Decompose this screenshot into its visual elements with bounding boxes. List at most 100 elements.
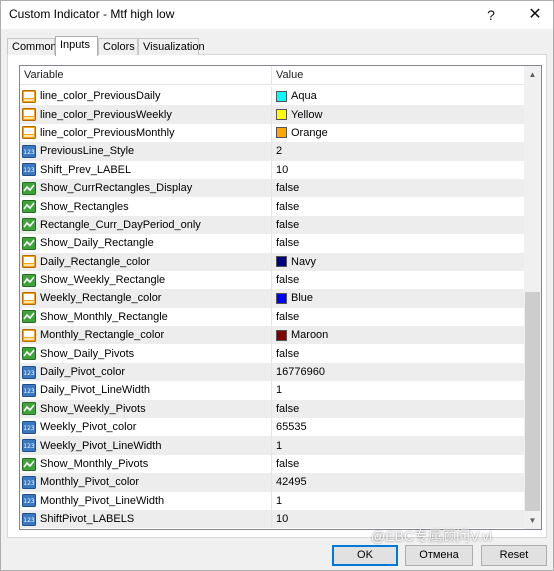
table-row[interactable]: Show_Rectangles false xyxy=(20,197,524,216)
value-cell[interactable]: false xyxy=(272,216,524,234)
value-cell[interactable]: Maroon xyxy=(272,326,524,344)
table-row[interactable]: Daily_Rectangle_color Navy xyxy=(20,252,524,271)
variable-name: Show_Weekly_Rectangle xyxy=(40,274,166,287)
boolean-param-icon xyxy=(22,200,36,214)
close-button[interactable]: ✕ xyxy=(521,4,549,26)
value-cell[interactable]: Blue xyxy=(272,289,524,307)
table-row[interactable]: Show_Monthly_Rectangle false xyxy=(20,307,524,327)
value-cell[interactable]: 10 xyxy=(272,161,524,179)
variable-cell[interactable]: Show_Rectangles xyxy=(20,197,272,216)
table-row[interactable]: 123 ShiftPivot_LABELS 10 xyxy=(20,509,524,529)
value-cell[interactable]: false xyxy=(272,308,524,326)
variable-cell[interactable]: line_color_PreviousDaily xyxy=(20,87,272,106)
table-row[interactable]: 123 Shift_Prev_LABEL 10 xyxy=(20,160,524,179)
tab-inputs[interactable]: Inputs xyxy=(55,36,98,56)
integer-param-icon: 123 xyxy=(22,439,36,453)
variable-cell[interactable]: 123 Shift_Prev_LABEL xyxy=(20,160,272,179)
table-row[interactable]: Weekly_Rectangle_color Blue xyxy=(20,289,524,308)
table-row[interactable]: 123 Monthly_Pivot_color 42495 xyxy=(20,473,524,492)
reset-button[interactable]: Reset xyxy=(481,545,547,566)
variable-name: Show_Daily_Rectangle xyxy=(40,237,154,250)
tab-common[interactable]: Common xyxy=(7,38,57,55)
variable-name: line_color_PreviousMonthly xyxy=(40,126,175,139)
variable-cell[interactable]: 123 Weekly_Pivot_color xyxy=(20,418,272,437)
variable-cell[interactable]: Show_CurrRectangles_Display xyxy=(20,178,272,198)
value-cell[interactable]: 42495 xyxy=(272,473,524,491)
tab-visualization[interactable]: Visualization xyxy=(138,38,205,55)
value-text: 2 xyxy=(276,145,283,158)
value-text: 65535 xyxy=(276,421,307,434)
table-row[interactable]: 123 Daily_Pivot_color 16776960 xyxy=(20,362,524,382)
value-cell[interactable]: Orange xyxy=(272,124,524,142)
variable-cell[interactable]: Show_Monthly_Pivots xyxy=(20,454,272,474)
value-text: 42495 xyxy=(276,476,307,489)
variable-cell[interactable]: 123 Monthly_Pivot_LineWidth xyxy=(20,491,272,510)
table-row[interactable]: 123 Weekly_Pivot_color 65535 xyxy=(20,418,524,437)
variable-cell[interactable]: Show_Daily_Rectangle xyxy=(20,234,272,253)
ok-button[interactable]: OK xyxy=(332,545,398,566)
value-cell[interactable]: 10 xyxy=(272,510,524,528)
table-row[interactable]: line_color_PreviousMonthly Orange xyxy=(20,123,524,143)
value-cell[interactable]: Yellow xyxy=(272,105,524,123)
value-cell[interactable]: false xyxy=(272,197,524,215)
table-row[interactable]: 123 Daily_Pivot_LineWidth 1 xyxy=(20,381,524,400)
variable-cell[interactable]: 123 Daily_Pivot_color xyxy=(20,362,272,382)
table-row[interactable]: Show_Weekly_Pivots false xyxy=(20,399,524,419)
value-cell[interactable]: false xyxy=(272,179,524,197)
variable-cell[interactable]: 123 PreviousLine_Style xyxy=(20,142,272,161)
variable-cell[interactable]: Show_Weekly_Pivots xyxy=(20,399,272,419)
value-cell[interactable]: 16776960 xyxy=(272,363,524,381)
table-row[interactable]: Show_CurrRectangles_Display false xyxy=(20,178,524,198)
value-cell[interactable]: 1 xyxy=(272,381,524,399)
table-row[interactable]: Show_Daily_Rectangle false xyxy=(20,234,524,253)
table-row[interactable]: Rectangle_Curr_DayPeriod_only false xyxy=(20,215,524,235)
value-cell[interactable]: 2 xyxy=(272,142,524,160)
table-row[interactable]: Show_Daily_Pivots false xyxy=(20,344,524,363)
variable-cell[interactable]: 123 Weekly_Pivot_LineWidth xyxy=(20,436,272,455)
value-cell[interactable]: false xyxy=(272,234,524,252)
table-row[interactable]: line_color_PreviousDaily Aqua xyxy=(20,87,524,106)
variable-cell[interactable]: Rectangle_Curr_DayPeriod_only xyxy=(20,215,272,235)
tab-colors[interactable]: Colors xyxy=(98,38,138,55)
value-cell[interactable]: false xyxy=(272,271,524,289)
table-row[interactable]: Show_Monthly_Pivots false xyxy=(20,454,524,474)
scroll-down-arrow-icon[interactable]: ▼ xyxy=(524,512,541,529)
value-cell[interactable]: 1 xyxy=(272,436,524,454)
variable-cell[interactable]: 123 ShiftPivot_LABELS xyxy=(20,509,272,529)
variable-cell[interactable]: line_color_PreviousMonthly xyxy=(20,123,272,143)
scrollbar-thumb[interactable] xyxy=(525,292,540,511)
variable-name: PreviousLine_Style xyxy=(40,145,135,158)
variable-cell[interactable]: Weekly_Rectangle_color xyxy=(20,289,272,308)
variable-cell[interactable]: Show_Monthly_Rectangle xyxy=(20,307,272,327)
help-button[interactable]: ? xyxy=(477,4,505,26)
variable-cell[interactable]: line_color_PreviousWeekly xyxy=(20,105,272,124)
value-cell[interactable]: false xyxy=(272,344,524,362)
value-cell[interactable]: false xyxy=(272,455,524,473)
table-row[interactable]: Monthly_Rectangle_color Maroon xyxy=(20,326,524,345)
variable-cell[interactable]: Show_Weekly_Rectangle xyxy=(20,270,272,290)
variable-cell[interactable]: 123 Monthly_Pivot_color xyxy=(20,473,272,492)
table-row[interactable]: 123 Weekly_Pivot_LineWidth 1 xyxy=(20,436,524,455)
value-text: 16776960 xyxy=(276,366,325,379)
value-cell[interactable]: Navy xyxy=(272,253,524,271)
value-cell[interactable]: false xyxy=(272,400,524,418)
value-cell[interactable]: 1 xyxy=(272,492,524,510)
svg-text:123: 123 xyxy=(23,498,35,505)
table-row[interactable]: Show_Weekly_Rectangle false xyxy=(20,270,524,290)
table-row[interactable]: line_color_PreviousWeekly Yellow xyxy=(20,105,524,124)
value-text: false xyxy=(276,402,300,415)
cancel-button[interactable]: Отмена xyxy=(405,545,473,566)
integer-param-icon: 123 xyxy=(22,163,36,177)
table-row[interactable]: 123 Monthly_Pivot_LineWidth 1 xyxy=(20,491,524,510)
value-cell[interactable]: 65535 xyxy=(272,418,524,436)
variable-cell[interactable]: Show_Daily_Pivots xyxy=(20,344,272,363)
column-header-variable[interactable]: Variable xyxy=(20,66,272,85)
table-row[interactable]: 123 PreviousLine_Style 2 xyxy=(20,142,524,161)
variable-cell[interactable]: 123 Daily_Pivot_LineWidth xyxy=(20,381,272,400)
scroll-up-arrow-icon[interactable]: ▲ xyxy=(524,66,541,83)
value-cell[interactable]: Aqua xyxy=(272,87,524,105)
vertical-scrollbar[interactable]: ▲ ▼ xyxy=(524,66,541,529)
variable-cell[interactable]: Monthly_Rectangle_color xyxy=(20,326,272,345)
column-header-value[interactable]: Value xyxy=(272,66,524,85)
variable-cell[interactable]: Daily_Rectangle_color xyxy=(20,252,272,271)
